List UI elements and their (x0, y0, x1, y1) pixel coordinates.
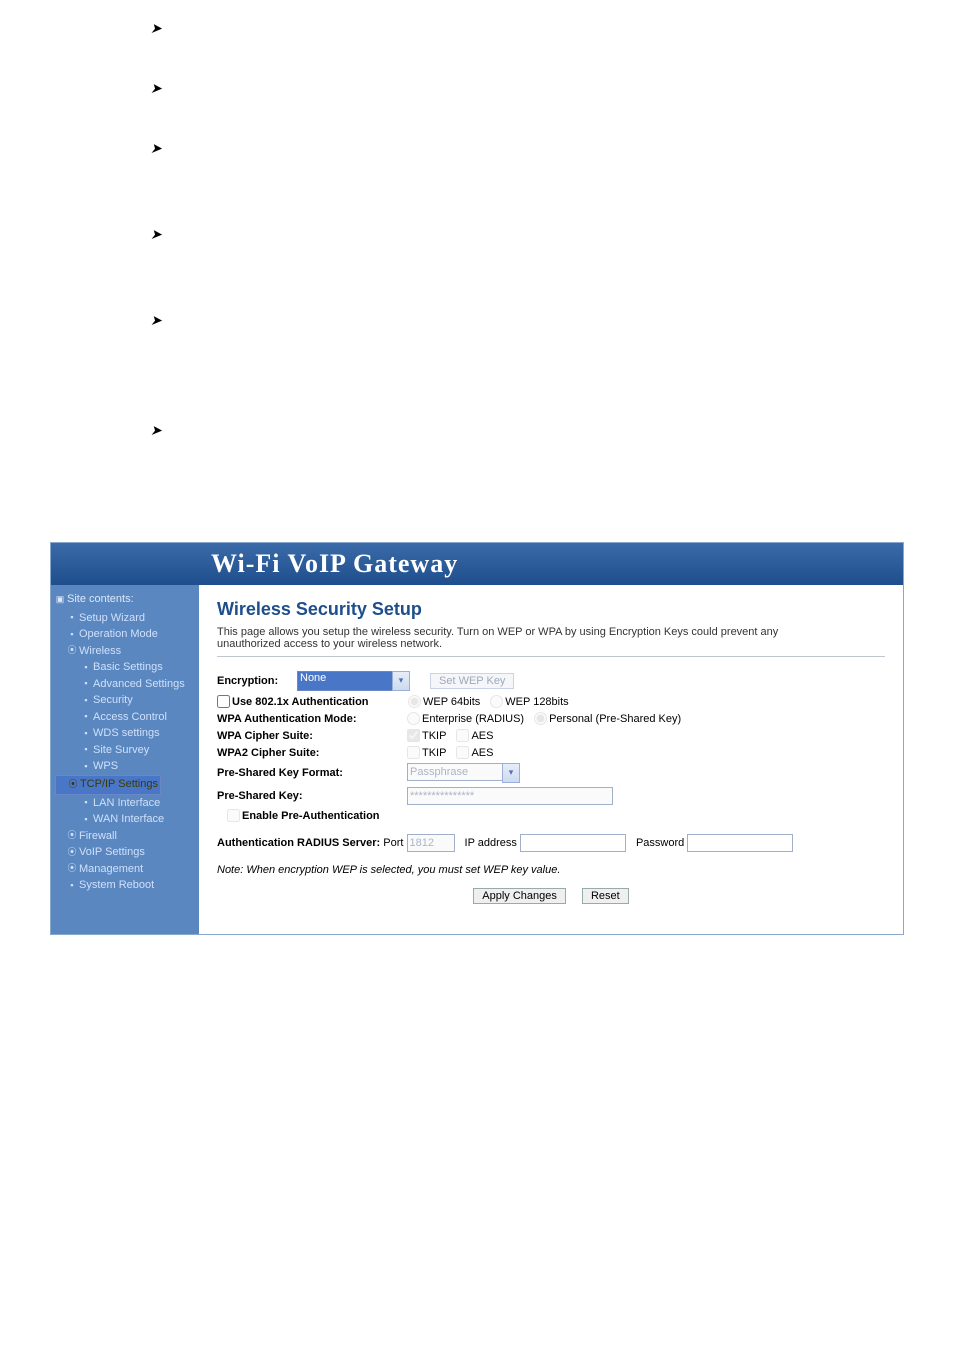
radius-ip-input[interactable] (520, 834, 626, 852)
sidebar-item-system-reboot[interactable]: ▪System Reboot (55, 877, 195, 894)
radius-port-input[interactable] (407, 834, 455, 852)
sidebar-item-advanced-settings[interactable]: ▪Advanced Settings (55, 676, 195, 693)
use-8021x-label: Use 802.1x Authentication (232, 696, 408, 708)
app-title: Wi-Fi VoIP Gateway (211, 549, 458, 578)
chevron-right-icon: ➤ (150, 312, 162, 329)
wep-note: Note: When encryption WEP is selected, y… (217, 864, 885, 876)
chevron-right-icon: ➤ (150, 80, 162, 97)
router-admin-window: Wi-Fi VoIP Gateway ▣Site contents: ▪Setu… (50, 542, 904, 935)
folder-open-icon: ⦿ (68, 778, 78, 792)
sidebar-item-wds-settings[interactable]: ▪WDS settings (55, 725, 195, 742)
wpa-aes-checkbox[interactable] (456, 729, 469, 742)
wpa2-aes-checkbox[interactable] (456, 746, 469, 759)
sidebar-item-management[interactable]: ⦿Management (55, 861, 195, 878)
sidebar-item-setup-wizard[interactable]: ▪Setup Wizard (55, 610, 195, 627)
sidebar-item-site-survey[interactable]: ▪Site Survey (55, 742, 195, 759)
wpa-cipher-label: WPA Cipher Suite: (217, 730, 407, 742)
page-icon: ▪ (81, 727, 91, 741)
psk-format-select[interactable] (407, 763, 503, 781)
radius-port-label: Port (383, 837, 403, 849)
use-8021x-checkbox[interactable] (217, 695, 230, 708)
sidebar-item-basic-settings[interactable]: ▪Basic Settings (55, 659, 195, 676)
wpa2-cipher-label: WPA2 Cipher Suite: (217, 747, 407, 759)
folder-icon: ⦿ (67, 846, 77, 860)
bullet-list: ➤ ➤ ➤ ➤ ➤ ➤ (0, 0, 954, 542)
wpa-auth-mode-label: WPA Authentication Mode: (217, 713, 407, 725)
main-content: Wireless Security Setup This page allows… (199, 585, 903, 934)
page-icon: ▪ (81, 694, 91, 708)
page-icon: ▪ (81, 760, 91, 774)
divider (217, 656, 885, 657)
encryption-select[interactable]: None (297, 671, 393, 691)
nav-sidebar: ▣Site contents: ▪Setup Wizard ▪Operation… (51, 585, 199, 934)
page-icon: ▪ (81, 661, 91, 675)
wep-128-radio[interactable] (490, 695, 503, 708)
page-icon: ▪ (81, 710, 91, 724)
sidebar-item-lan-interface[interactable]: ▪LAN Interface (55, 795, 195, 812)
sidebar-item-operation-mode[interactable]: ▪Operation Mode (55, 626, 195, 643)
psk-input[interactable] (407, 787, 613, 805)
sidebar-item-tcpip-settings[interactable]: ⦿TCP/IP Settings (55, 775, 161, 795)
sidebar-item-security[interactable]: ▪Security (55, 692, 195, 709)
tree-root-icon: ▣ (55, 593, 65, 607)
sidebar-item-access-control[interactable]: ▪Access Control (55, 709, 195, 726)
folder-open-icon: ⦿ (67, 644, 77, 658)
sidebar-item-wan-interface[interactable]: ▪WAN Interface (55, 811, 195, 828)
preauth-checkbox[interactable] (227, 809, 240, 822)
radius-password-label: Password (636, 837, 684, 849)
app-header: Wi-Fi VoIP Gateway (51, 543, 903, 585)
encryption-label: Encryption: (217, 675, 297, 687)
wep-64-radio[interactable] (408, 695, 421, 708)
radius-server-label: Authentication RADIUS Server: (217, 837, 380, 849)
psk-format-label: Pre-Shared Key Format: (217, 767, 407, 779)
page-title: Wireless Security Setup (217, 599, 885, 620)
radius-ip-label: IP address (465, 837, 517, 849)
sidebar-item-wireless[interactable]: ⦿Wireless (55, 643, 195, 660)
wep-64-label: WEP 64bits (423, 696, 480, 708)
chevron-down-icon[interactable]: ▾ (502, 763, 520, 783)
psk-label: Pre-Shared Key: (217, 790, 407, 802)
reset-button[interactable]: Reset (582, 888, 629, 904)
page-icon: ▪ (81, 677, 91, 691)
sidebar-item-wps[interactable]: ▪WPS (55, 758, 195, 775)
wpa-enterprise-label: Enterprise (RADIUS) (422, 713, 524, 725)
sidebar-item-firewall[interactable]: ⦿Firewall (55, 828, 195, 845)
chevron-down-icon[interactable]: ▾ (392, 671, 410, 691)
radius-password-input[interactable] (687, 834, 793, 852)
wpa-tkip-checkbox[interactable] (407, 729, 420, 742)
set-wep-key-button[interactable]: Set WEP Key (430, 673, 514, 689)
wpa-enterprise-radio[interactable] (407, 712, 420, 725)
page-icon: ▪ (81, 796, 91, 810)
chevron-right-icon: ➤ (150, 226, 162, 243)
chevron-right-icon: ➤ (150, 422, 162, 439)
wpa-personal-radio[interactable] (534, 712, 547, 725)
folder-icon: ⦿ (67, 862, 77, 876)
chevron-right-icon: ➤ (150, 20, 162, 37)
page-icon: ▪ (67, 628, 77, 642)
page-icon: ▪ (81, 743, 91, 757)
wpa-tkip-label: TKIP (422, 730, 446, 742)
wep-128-label: WEP 128bits (505, 696, 568, 708)
wpa2-aes-label: AES (471, 747, 493, 759)
preauth-label: Enable Pre-Authentication (242, 810, 380, 822)
page-icon: ▪ (81, 813, 91, 827)
apply-changes-button[interactable]: Apply Changes (473, 888, 566, 904)
wpa2-tkip-label: TKIP (422, 747, 446, 759)
folder-icon: ⦿ (67, 829, 77, 843)
wpa2-tkip-checkbox[interactable] (407, 746, 420, 759)
page-description: This page allows you setup the wireless … (217, 626, 837, 650)
wpa-aes-label: AES (471, 730, 493, 742)
sidebar-root-label: Site contents: (67, 593, 134, 605)
page-icon: ▪ (67, 879, 77, 893)
wpa-personal-label: Personal (Pre-Shared Key) (549, 713, 681, 725)
sidebar-item-voip-settings[interactable]: ⦿VoIP Settings (55, 844, 195, 861)
chevron-right-icon: ➤ (150, 140, 162, 157)
page-icon: ▪ (67, 611, 77, 625)
